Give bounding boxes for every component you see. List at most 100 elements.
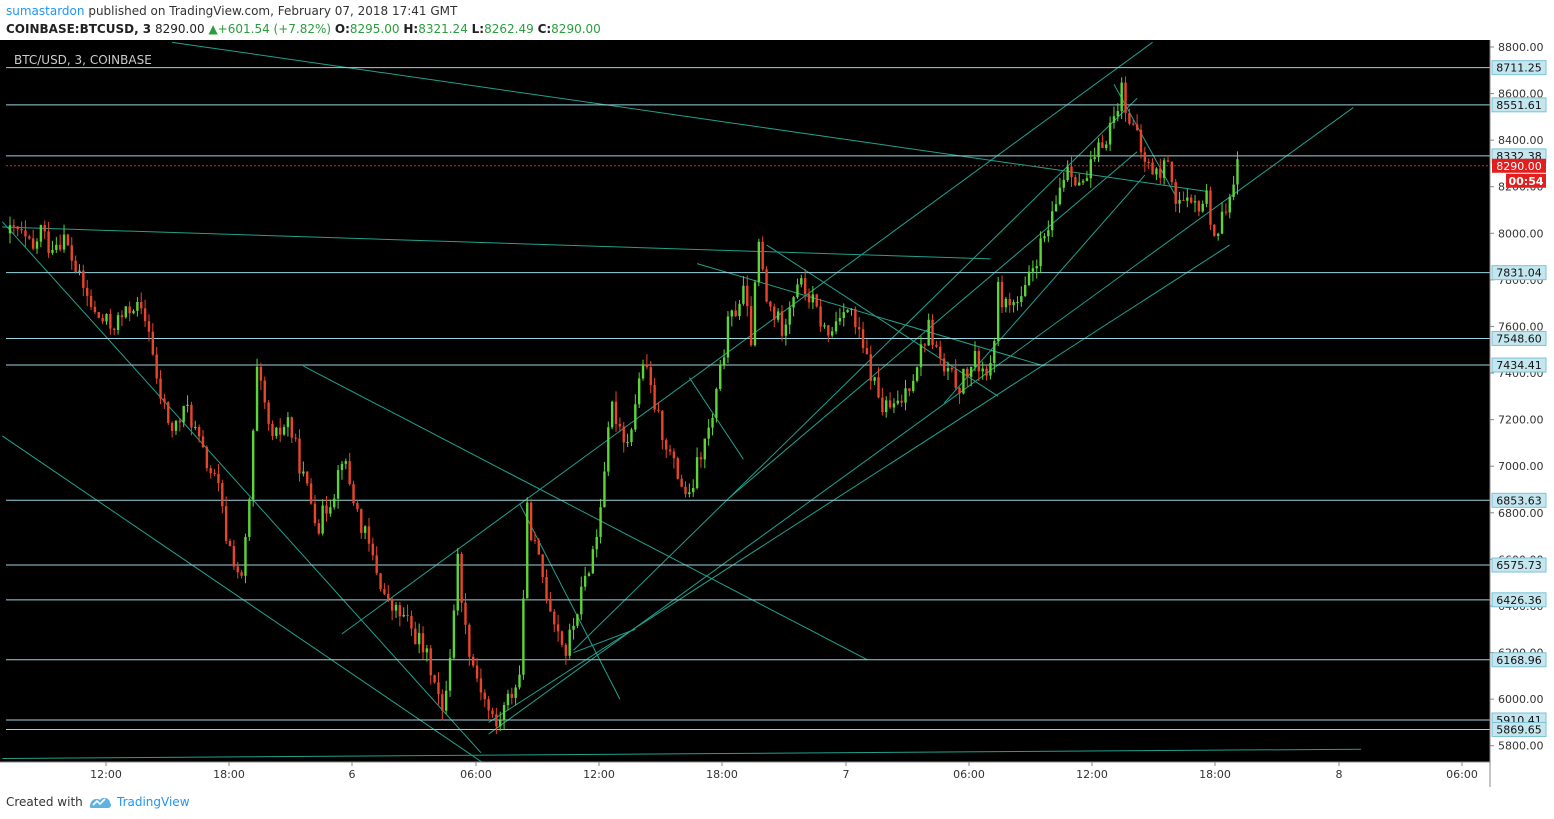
- candle-body: [89, 295, 93, 307]
- price-chart[interactable]: 5800.006000.006200.006400.006600.006800.…: [0, 40, 1554, 787]
- level-label: 8711.25: [1496, 62, 1542, 75]
- candle-body: [263, 380, 266, 403]
- candle-body: [533, 540, 537, 542]
- candle-body: [16, 226, 19, 229]
- candle-body: [996, 281, 1000, 342]
- ohlc-line: COINBASE:BTCUSD, 3 8290.00 ▲+601.54 (+7.…: [6, 22, 601, 36]
- candle-body: [784, 324, 788, 336]
- chart-area[interactable]: 5800.006000.006200.006400.006600.006800.…: [0, 40, 1554, 787]
- price-tick-label: 8800.00: [1498, 41, 1544, 54]
- candle-body: [105, 313, 108, 322]
- candle-body: [402, 614, 405, 617]
- countdown-label: 00:54: [1508, 175, 1543, 188]
- candle-body: [1008, 298, 1011, 306]
- high-value: 8321.24: [418, 22, 468, 36]
- candle-body: [43, 225, 46, 232]
- candle-body: [657, 409, 660, 411]
- candle-body: [12, 225, 16, 227]
- candle-body: [271, 423, 274, 436]
- candle-body: [437, 682, 440, 695]
- candle-body: [321, 505, 324, 534]
- candle-body: [151, 331, 155, 355]
- candle-body: [510, 693, 513, 698]
- candle-body: [460, 553, 463, 603]
- candle-body: [518, 674, 521, 688]
- candle-body: [595, 536, 598, 550]
- candle-body: [194, 426, 197, 428]
- candle-body: [749, 306, 753, 346]
- candle-body: [356, 503, 359, 510]
- candle-body: [113, 328, 116, 331]
- candle-body: [927, 319, 930, 346]
- candle-body: [1201, 203, 1204, 212]
- candle-body: [684, 486, 687, 495]
- author-link[interactable]: sumastardon: [6, 4, 85, 18]
- candle-body: [935, 344, 938, 347]
- candle-body: [834, 321, 838, 332]
- candle-body: [8, 225, 12, 234]
- candle-body: [248, 499, 251, 537]
- candle-body: [842, 312, 845, 318]
- tradingview-link[interactable]: TradingView: [117, 795, 190, 809]
- time-tick-label: 12:00: [90, 768, 122, 781]
- candle-body: [306, 471, 309, 484]
- price-tick-label: 6000.00: [1498, 693, 1544, 706]
- time-tick-label: 8: [1336, 768, 1343, 781]
- candle-body: [939, 346, 942, 359]
- candle-body: [900, 400, 903, 403]
- candle-body: [182, 406, 185, 423]
- candle-body: [1062, 180, 1065, 188]
- candle-body: [1197, 201, 1201, 212]
- candle-body: [881, 397, 884, 413]
- candle-body: [583, 575, 587, 587]
- time-tick-label: 06:00: [953, 768, 985, 781]
- candle-body: [815, 294, 818, 307]
- candle-body: [765, 269, 768, 302]
- candle-body: [1143, 152, 1147, 162]
- created-with-text: Created with: [6, 795, 83, 809]
- level-label: 6575.73: [1496, 559, 1542, 572]
- candle-body: [661, 410, 664, 441]
- candle-body: [1108, 122, 1112, 145]
- candle-body: [167, 402, 170, 423]
- candle-body: [429, 648, 432, 676]
- candle-body: [236, 566, 239, 573]
- level-label: 8551.61: [1496, 99, 1542, 112]
- candle-body: [869, 354, 872, 381]
- candle-body: [526, 502, 529, 599]
- candle-body: [140, 301, 143, 309]
- candle-body: [1186, 197, 1189, 201]
- price-change: ▲+601.54 (+7.82%): [208, 22, 332, 36]
- price-tick-label: 7200.00: [1498, 414, 1544, 427]
- candle-body: [1128, 112, 1131, 124]
- candle-body: [846, 309, 849, 313]
- candle-body: [479, 678, 483, 693]
- candle-body: [641, 364, 645, 379]
- candle-body: [313, 503, 317, 524]
- candle-body: [336, 470, 340, 499]
- candle-body: [838, 317, 842, 322]
- candle-body: [410, 615, 413, 629]
- candle-body: [707, 427, 710, 439]
- candle-body: [417, 633, 421, 645]
- candle-body: [309, 483, 313, 504]
- candle-body: [499, 720, 502, 727]
- candle-body: [637, 378, 641, 405]
- candle-body: [719, 364, 722, 389]
- candle-body: [344, 461, 348, 464]
- candle-body: [387, 593, 390, 600]
- candle-body: [827, 325, 830, 336]
- candle-body: [811, 294, 815, 303]
- candle-body: [1112, 116, 1116, 123]
- candle-body: [730, 310, 734, 317]
- candle-body: [645, 364, 649, 368]
- candle-body: [915, 367, 919, 381]
- candle-body: [904, 388, 907, 403]
- candle-body: [514, 687, 517, 698]
- candle-body: [398, 604, 402, 617]
- candle-body: [896, 400, 899, 404]
- candle-body: [340, 463, 344, 471]
- candle-body: [792, 297, 795, 308]
- candle-body: [259, 366, 263, 381]
- time-tick-label: 18:00: [213, 768, 245, 781]
